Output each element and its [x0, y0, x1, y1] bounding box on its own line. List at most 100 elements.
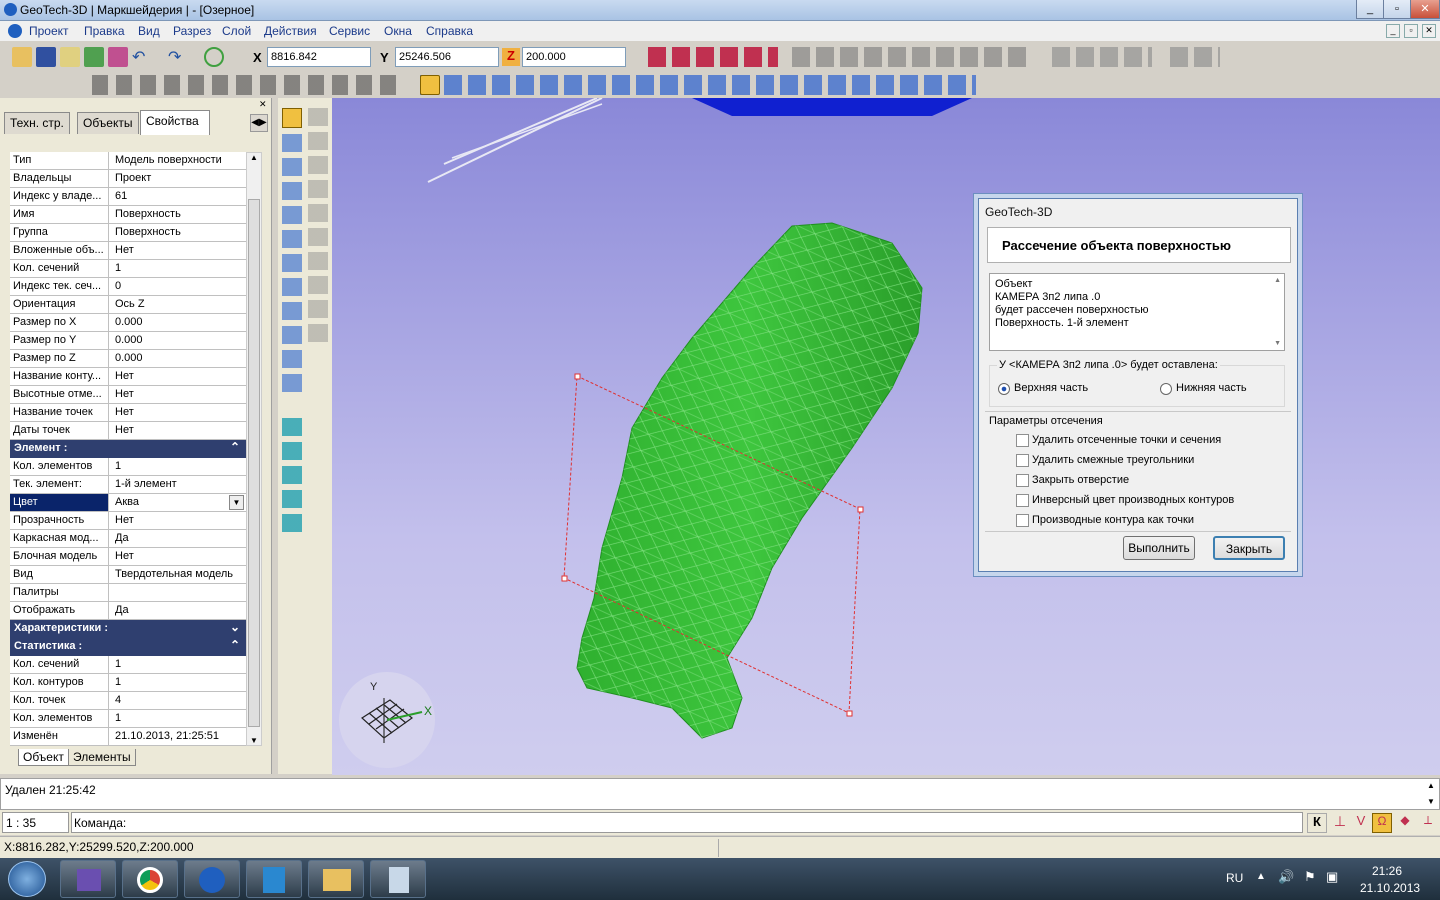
panel-close-icon[interactable]: ✕: [259, 100, 269, 110]
property-value[interactable]: 0.000: [110, 350, 246, 367]
property-row[interactable]: Индекс тек. сеч... 0: [10, 278, 246, 296]
snap-k-button[interactable]: К: [1307, 813, 1327, 833]
menu-project[interactable]: Проект: [29, 24, 69, 38]
property-row[interactable]: Прозрачность Нет: [10, 512, 246, 530]
property-value[interactable]: Поверхность: [110, 206, 246, 223]
property-value[interactable]: 1: [110, 710, 246, 727]
close-window-button[interactable]: ✕: [1410, 0, 1440, 19]
property-value[interactable]: 61: [110, 188, 246, 205]
property-row[interactable]: Ориентация Ось Z: [10, 296, 246, 314]
property-row[interactable]: Кол. контуров 1: [10, 674, 246, 692]
message-scroll-up-icon[interactable]: ▲: [1274, 277, 1281, 284]
tab-tech-structure[interactable]: Техн. стр.: [4, 112, 70, 134]
open-icon[interactable]: [12, 47, 32, 67]
property-value[interactable]: 1: [110, 674, 246, 691]
property-value[interactable]: Нет: [110, 404, 246, 421]
tray-language[interactable]: RU: [1226, 871, 1243, 885]
select-arrow-icon[interactable]: [282, 108, 302, 128]
redo-icon[interactable]: ↷: [168, 47, 188, 67]
paste-icon[interactable]: [108, 47, 128, 67]
property-value[interactable]: Ось Z: [110, 296, 246, 313]
run-button[interactable]: Выполнить: [1123, 536, 1195, 560]
tab-objects[interactable]: Объекты: [77, 112, 139, 134]
maximize-button[interactable]: ▫: [1383, 0, 1411, 19]
taskbar-calculator[interactable]: [370, 860, 426, 898]
property-row[interactable]: Кол. точек 4: [10, 692, 246, 710]
property-row[interactable]: Блочная модель Нет: [10, 548, 246, 566]
property-value[interactable]: 0: [110, 278, 246, 295]
minimize-button[interactable]: _: [1356, 0, 1384, 19]
checkbox-delete-triangles[interactable]: [1016, 454, 1029, 467]
property-row[interactable]: Цвет Аква ▼: [10, 494, 246, 512]
property-row[interactable]: Каркасная мод... Да: [10, 530, 246, 548]
taskbar-chrome[interactable]: [122, 860, 178, 898]
property-scrollbar[interactable]: ▲ ▼: [246, 152, 262, 746]
taskbar-app-4[interactable]: [246, 860, 302, 898]
property-value[interactable]: 4: [110, 692, 246, 709]
log-scroll-up-icon[interactable]: ▲: [1427, 781, 1435, 790]
radio-upper[interactable]: [998, 383, 1010, 395]
property-value[interactable]: Поверхность: [110, 224, 246, 241]
tray-time[interactable]: 21:26: [1372, 864, 1402, 878]
color-dropdown-icon[interactable]: ▼: [229, 495, 244, 510]
property-value[interactable]: 0.000: [110, 314, 246, 331]
menu-view[interactable]: Вид: [138, 24, 160, 38]
property-row[interactable]: Вид Твердотельная модель: [10, 566, 246, 584]
menu-windows[interactable]: Окна: [384, 24, 412, 38]
scroll-down-icon[interactable]: ▼: [250, 736, 258, 745]
property-value[interactable]: Да: [110, 530, 246, 547]
property-row[interactable]: Название точек Нет: [10, 404, 246, 422]
checkbox-delete-points[interactable]: [1016, 434, 1029, 447]
tray-arrow-icon[interactable]: ▲: [1256, 871, 1266, 882]
snap-diamond-icon[interactable]: ◆: [1395, 813, 1415, 833]
property-row[interactable]: Владельцы Проект: [10, 170, 246, 188]
chevron-up-icon[interactable]: ⌃: [230, 638, 240, 652]
property-value[interactable]: Нет: [110, 242, 246, 259]
property-row[interactable]: Кол. элементов 1: [10, 710, 246, 728]
property-row[interactable]: Тип Модель поверхности: [10, 152, 246, 170]
menu-edit[interactable]: Правка: [84, 24, 125, 38]
property-value[interactable]: 1-й элемент: [110, 476, 246, 493]
property-value[interactable]: 0.000: [110, 332, 246, 349]
cube-icon[interactable]: [84, 47, 104, 67]
tray-network-icon[interactable]: ▣: [1326, 869, 1338, 885]
section-element[interactable]: Элемент : ⌃: [10, 440, 246, 458]
mdi-minimize-icon[interactable]: _: [1386, 24, 1400, 38]
chevron-down-icon[interactable]: ⌄: [230, 620, 240, 634]
checkbox-inverse-color[interactable]: [1016, 494, 1029, 507]
snap-omega-icon[interactable]: Ω: [1372, 813, 1392, 833]
property-value[interactable]: Твердотельная модель: [110, 566, 246, 583]
taskbar-explorer[interactable]: [308, 860, 364, 898]
tray-date[interactable]: 21.10.2013: [1360, 881, 1420, 895]
mdi-close-icon[interactable]: ✕: [1422, 24, 1436, 38]
start-button-icon[interactable]: [8, 861, 46, 897]
x-coord-input[interactable]: [267, 47, 371, 67]
property-value[interactable]: 1: [110, 260, 246, 277]
tray-flag-icon[interactable]: ⚑: [1304, 869, 1316, 885]
scroll-thumb[interactable]: [248, 199, 260, 727]
property-row[interactable]: Тек. элемент: 1-й элемент: [10, 476, 246, 494]
y-coord-input[interactable]: [395, 47, 499, 67]
property-value[interactable]: Нет: [110, 512, 246, 529]
property-value[interactable]: Нет: [110, 386, 246, 403]
undo-icon[interactable]: ↶: [132, 47, 152, 67]
property-value[interactable]: Аква: [110, 494, 246, 511]
property-row[interactable]: Индекс у владе... 61: [10, 188, 246, 206]
command-input[interactable]: Команда:: [71, 812, 1303, 833]
menu-help[interactable]: Справка: [426, 24, 473, 38]
z-coord-input[interactable]: [522, 47, 626, 67]
property-value[interactable]: Нет: [110, 422, 246, 439]
property-row[interactable]: Имя Поверхность: [10, 206, 246, 224]
save-icon[interactable]: [36, 47, 56, 67]
snap-v-icon[interactable]: V: [1351, 813, 1371, 833]
property-row[interactable]: Отображать Да: [10, 602, 246, 620]
section-characteristics[interactable]: Характеристики : ⌄: [10, 620, 246, 638]
close-button[interactable]: Закрыть: [1213, 536, 1285, 560]
mdi-restore-icon[interactable]: ▫: [1404, 24, 1418, 38]
property-value[interactable]: Модель поверхности: [110, 152, 246, 169]
property-row[interactable]: Кол. элементов 1: [10, 458, 246, 476]
bottom-tab-elements[interactable]: Элементы: [68, 749, 136, 766]
property-row[interactable]: Высотные отме... Нет: [10, 386, 246, 404]
property-value[interactable]: Проект: [110, 170, 246, 187]
radio-lower[interactable]: [1160, 383, 1172, 395]
